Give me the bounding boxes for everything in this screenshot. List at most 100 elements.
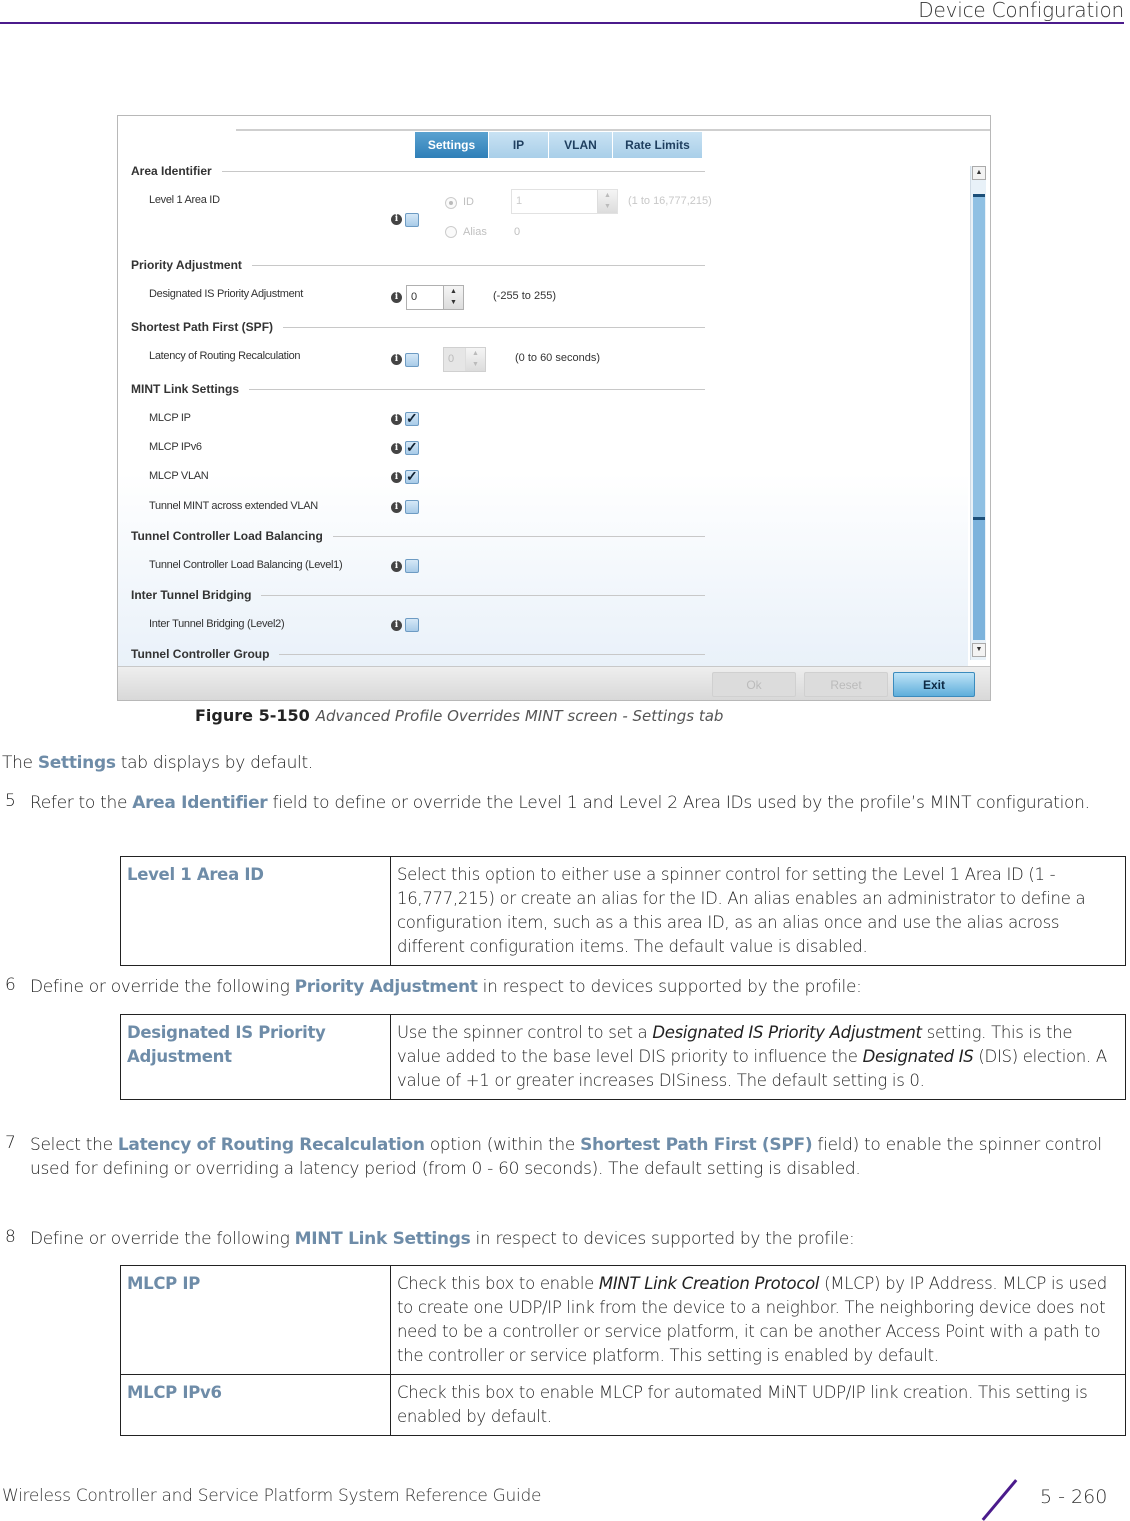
section-tunnel-controller-group: Tunnel Controller Group (131, 647, 705, 661)
mlcp-vlan-label: MLCP VLAN (149, 470, 209, 482)
tunnel-lb-level1-checkbox[interactable] (405, 559, 419, 573)
step-number: 7 (5, 1133, 16, 1153)
designated-is-label: Designated IS Priority Adjustment (149, 288, 303, 300)
inter-tunnel-level2-label: Inter Tunnel Bridging (Level2) (149, 618, 285, 630)
radio-id[interactable] (445, 197, 457, 209)
latency-checkbox[interactable] (405, 353, 419, 367)
mint-link-table: MLCP IP Check this box to enable MINT Li… (120, 1265, 1126, 1436)
priority-table: Designated IS Priority Adjustment Use th… (120, 1014, 1126, 1100)
spinner-arrows[interactable]: ▲ ▼ (465, 348, 485, 371)
page-number: 5 - 260 (1040, 1486, 1108, 1508)
scroll-down-icon[interactable]: ▼ (972, 643, 986, 657)
settings-term: Settings (37, 753, 116, 773)
tunnel-mint-checkbox[interactable] (405, 500, 419, 514)
table-row: MLCP IPv6 Check this box to enable MLCP … (120, 1374, 1126, 1436)
level1-area-id-range: (1 to 16,777,215) (628, 195, 712, 207)
tunnel-lb-level1-label: Tunnel Controller Load Balancing (Level1… (149, 559, 343, 571)
step-6-text: Define or override the following Priorit… (30, 977, 862, 997)
spinner-value: 0 (411, 291, 418, 303)
designated-is-spinner[interactable]: 0 ▲ ▼ (406, 285, 464, 310)
scroll-up-icon[interactable]: ▲ (972, 166, 986, 180)
info-icon[interactable]: i (391, 214, 402, 225)
figure-number: Figure 5-150 (195, 706, 310, 725)
top-rule (236, 129, 990, 131)
mlcp-ipv6-label: MLCP IPv6 (149, 441, 202, 453)
section-spf: Shortest Path First (SPF) (131, 320, 705, 334)
alias-value: 0 (514, 226, 521, 238)
term-cell: Designated IS Priority Adjustment (120, 1014, 391, 1100)
ok-button[interactable]: Ok (712, 672, 796, 697)
screenshot-figure: Settings IP VLAN Rate Limits Area Identi… (117, 115, 991, 701)
section-area-identifier: Area Identifier (131, 164, 705, 178)
table-row: MLCP IP Check this box to enable MINT Li… (120, 1265, 1126, 1375)
step-5-text: Refer to the Area Identifier field to de… (30, 793, 1090, 813)
reset-button[interactable]: Reset (804, 672, 888, 697)
exit-button[interactable]: Exit (893, 672, 975, 697)
section-title: MINT Link Settings (131, 382, 239, 396)
info-icon[interactable]: i (391, 620, 402, 631)
tab-vlan[interactable]: VLAN (549, 132, 613, 158)
scrollbar-thumb[interactable] (973, 194, 985, 520)
section-inter-tunnel-bridging: Inter Tunnel Bridging (131, 588, 705, 602)
section-title: Inter Tunnel Bridging (131, 588, 252, 602)
latency-spinner[interactable]: 0 ▲ ▼ (443, 347, 486, 372)
step-7-text: Select the Latency of Routing Recalculat… (30, 1135, 1102, 1179)
vertical-scrollbar[interactable]: ▲ ▼ (970, 166, 986, 660)
mint-link-settings-term: MINT Link Settings (294, 1229, 471, 1249)
step-8-text: Define or override the following MINT Li… (30, 1229, 855, 1249)
section-mint-link-settings: MINT Link Settings (131, 382, 705, 396)
info-icon[interactable]: i (391, 292, 402, 303)
term-cell: MLCP IPv6 (120, 1374, 391, 1436)
inter-tunnel-level2-checkbox[interactable] (405, 618, 419, 632)
step-number: 6 (5, 975, 16, 995)
scrollbar-track[interactable] (973, 520, 985, 640)
tab-settings[interactable]: Settings (415, 132, 489, 158)
spinner-value: 1 (516, 195, 523, 207)
radio-alias[interactable] (445, 226, 457, 238)
step-number: 5 (5, 791, 16, 811)
info-icon[interactable]: i (391, 502, 402, 513)
page-header-title: Device Configuration (918, 0, 1124, 22)
spinner-arrows[interactable]: ▲ ▼ (597, 190, 617, 213)
area-id-table: Level 1 Area ID Select this option to ei… (120, 856, 1126, 966)
section-title: Tunnel Controller Load Balancing (131, 529, 323, 543)
priority-adjustment-term: Priority Adjustment (294, 977, 478, 997)
info-icon[interactable]: i (391, 472, 402, 483)
level1-area-id-checkbox[interactable] (405, 213, 419, 227)
section-priority-adjustment: Priority Adjustment (131, 258, 705, 272)
figure-caption: Figure 5-150 Advanced Profile Overrides M… (195, 706, 723, 726)
figure-title: Advanced Profile Overrides MINT screen -… (315, 707, 724, 725)
mlcp-ipv6-checkbox[interactable] (405, 439, 419, 456)
intro-paragraph: The Settings tab displays by default. (2, 753, 313, 773)
info-icon[interactable]: i (391, 443, 402, 454)
info-icon[interactable]: i (391, 354, 402, 365)
info-icon[interactable]: i (391, 561, 402, 572)
section-title: Area Identifier (131, 164, 212, 178)
level1-area-id-spinner[interactable]: 1 ▲ ▼ (511, 189, 618, 214)
step-number: 8 (5, 1227, 16, 1247)
tab-ip[interactable]: IP (489, 132, 549, 158)
spinner-arrows[interactable]: ▲ ▼ (443, 286, 463, 309)
dialog-footer: Ok Reset Exit (118, 666, 990, 700)
term-cell: Level 1 Area ID (120, 856, 391, 966)
mlcp-ip-checkbox[interactable] (405, 410, 419, 427)
area-identifier-term: Area Identifier (132, 793, 268, 813)
header-rule (0, 22, 1124, 24)
guide-title: Wireless Controller and Service Platform… (2, 1486, 542, 1506)
term-cell: MLCP IP (120, 1265, 391, 1375)
radio-alias-label: Alias (463, 226, 487, 238)
tab-bar: Settings IP VLAN Rate Limits (415, 132, 703, 158)
mlcp-vlan-checkbox[interactable] (405, 468, 419, 485)
info-icon[interactable]: i (391, 414, 402, 425)
settings-panel: Settings IP VLAN Rate Limits Area Identi… (118, 116, 990, 666)
mlcp-ip-label: MLCP IP (149, 412, 191, 424)
desc-cell: Select this option to either use a spinn… (390, 856, 1126, 966)
designated-is-range: (-255 to 255) (493, 290, 556, 302)
tunnel-mint-label: Tunnel MINT across extended VLAN (149, 500, 318, 512)
desc-cell: Check this box to enable MLCP for automa… (390, 1374, 1126, 1436)
latency-range: (0 to 60 seconds) (515, 352, 600, 364)
desc-cell: Check this box to enable MINT Link Creat… (390, 1265, 1126, 1375)
section-tunnel-load-balancing: Tunnel Controller Load Balancing (131, 529, 705, 543)
tab-rate-limits[interactable]: Rate Limits (613, 132, 703, 158)
spinner-value: 0 (448, 353, 455, 365)
